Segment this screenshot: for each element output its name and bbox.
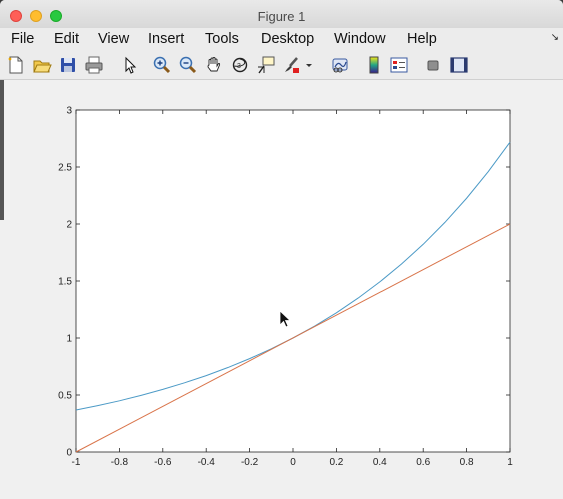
menu-desktop[interactable]: Desktop [261, 31, 314, 47]
data-cursor-icon[interactable] [256, 55, 276, 75]
x-tick-label: -0.4 [198, 457, 216, 468]
menu-help[interactable]: Help [407, 31, 437, 47]
window-title: Figure 1 [257, 9, 306, 24]
menu-view[interactable]: View [98, 31, 129, 47]
brush-icon[interactable] [282, 55, 302, 75]
rotate-3d-icon[interactable]: 3 [230, 55, 250, 75]
y-tick-label: 0 [66, 448, 72, 459]
figure-toolbar: 3 [0, 51, 563, 80]
figure-canvas: -1 -0.8 -0.6 -0.4 -0.2 0 0.2 0.4 0.6 0.8 1 0 0.5 1 1.5… [0, 80, 563, 499]
figure-window: Figure 1 File Edit View Insert Tools Des… [0, 0, 563, 499]
new-figure-icon[interactable] [6, 55, 26, 75]
menu-insert[interactable]: Insert [148, 31, 184, 47]
x-tick-label: -1 [72, 457, 81, 468]
y-tick-label: 2.5 [58, 163, 72, 174]
show-plot-tools-icon[interactable] [449, 55, 469, 75]
print-icon[interactable] [84, 55, 104, 75]
pointer-icon[interactable] [120, 55, 140, 75]
background-window-edge [0, 80, 4, 220]
hide-plot-tools-icon[interactable] [423, 55, 443, 75]
menu-file[interactable]: File [11, 31, 34, 47]
menu-tools[interactable]: Tools [205, 31, 239, 47]
menu-edit[interactable]: Edit [54, 31, 79, 47]
y-tick-label: 0.5 [58, 391, 72, 402]
x-tick-label: -0.8 [111, 457, 129, 468]
svg-text:3: 3 [237, 63, 241, 70]
pan-hand-icon[interactable] [204, 55, 224, 75]
y-tick-label: 1.5 [58, 277, 72, 288]
zoom-in-icon[interactable] [152, 55, 172, 75]
x-tick-label: 0 [290, 457, 296, 468]
dock-arrow-icon[interactable]: ↘ [551, 32, 559, 43]
colorbar-icon[interactable] [364, 55, 384, 75]
save-icon[interactable] [58, 55, 78, 75]
legend-icon[interactable] [389, 55, 409, 75]
x-tick-label: -0.6 [154, 457, 172, 468]
menu-bar: File Edit View Insert Tools Desktop Wind… [0, 28, 563, 50]
x-tick-label: 1 [507, 457, 513, 468]
plot-axes-box[interactable] [75, 109, 511, 453]
link-plot-icon[interactable] [330, 55, 350, 75]
y-tick-label: 3 [66, 106, 72, 117]
brush-dropdown-icon[interactable] [304, 55, 314, 75]
x-tick-label: 0.4 [373, 457, 387, 468]
x-tick-label: 0.8 [460, 457, 474, 468]
x-tick-label: 0.2 [329, 457, 343, 468]
y-tick-label: 2 [66, 220, 72, 231]
plot[interactable]: -1 -0.8 -0.6 -0.4 -0.2 0 0.2 0.4 0.6 0.8 1 0 0.5 1 1.5… [0, 80, 563, 499]
menu-window[interactable]: Window [334, 31, 386, 47]
x-tick-label: 0.6 [416, 457, 430, 468]
open-file-icon[interactable] [32, 55, 52, 75]
x-tick-label: -0.2 [241, 457, 259, 468]
y-tick-label: 1 [66, 334, 72, 345]
zoom-out-icon[interactable] [178, 55, 198, 75]
